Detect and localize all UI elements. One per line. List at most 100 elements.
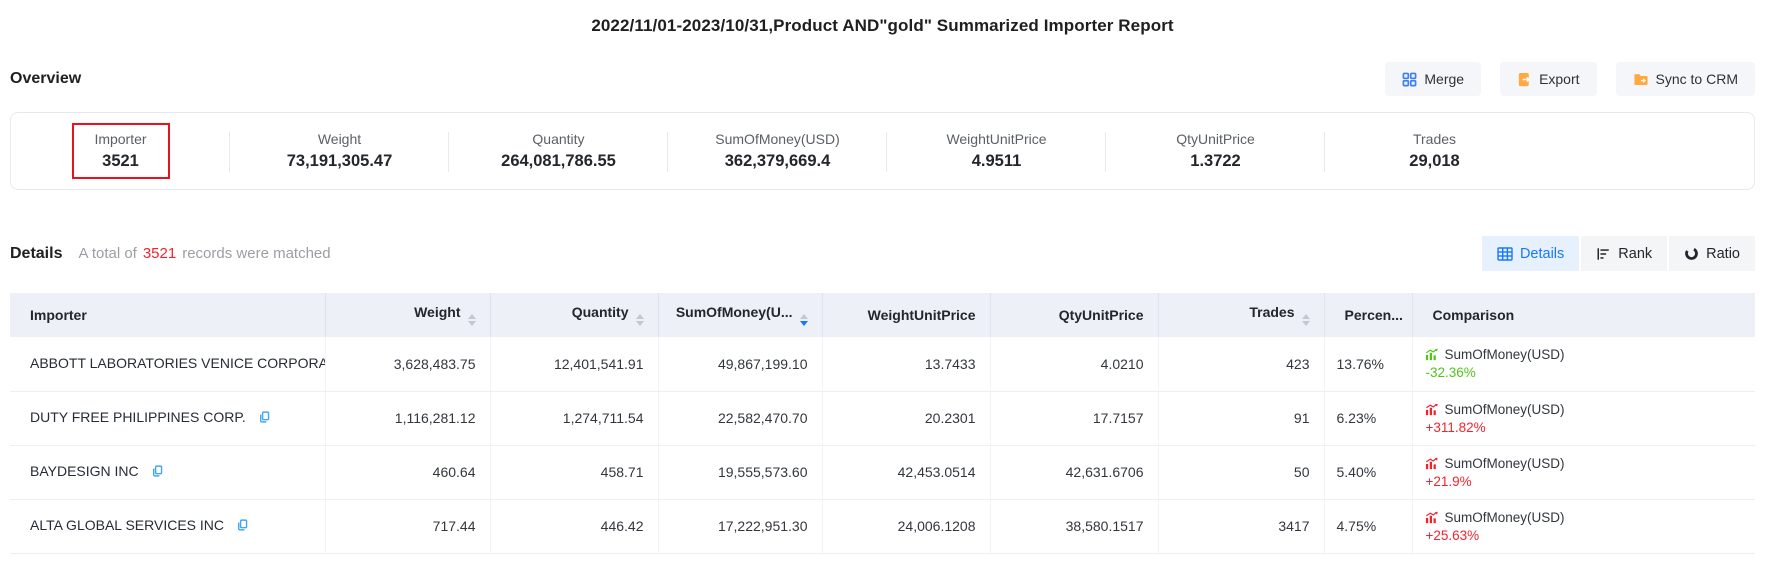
table-header-row: ImporterWeightQuantitySumOfMoney(U...Wei…	[10, 293, 1755, 337]
overview-stat-weight: Weight 73,191,305.47	[230, 113, 449, 189]
summary-suffix: records were matched	[182, 245, 330, 262]
column-header-importer: Importer	[10, 293, 325, 337]
stat-label: WeightUnitPrice	[946, 131, 1046, 147]
column-header-trades[interactable]: Trades	[1158, 293, 1324, 337]
comparison-metric-line: SumOfMoney(USD)	[1425, 456, 1742, 471]
column-header-sumofmoney-u-[interactable]: SumOfMoney(U...	[658, 293, 822, 337]
percent-cell: 5.40%	[1324, 445, 1412, 499]
overview-header-row: Overview Merge Export	[10, 62, 1755, 96]
comparison-metric-label: SumOfMoney(USD)	[1445, 456, 1565, 471]
trades-cell: 91	[1158, 391, 1324, 445]
column-header-quantity[interactable]: Quantity	[490, 293, 658, 337]
overview-stat-weightunitprice: WeightUnitPrice 4.9511	[887, 113, 1106, 189]
comparison-change-value: +311.82%	[1426, 420, 1742, 435]
importer-cell: BAYDESIGN INC	[10, 445, 325, 499]
sort-carets-icon[interactable]	[636, 314, 644, 326]
sort-carets-icon[interactable]	[800, 314, 808, 326]
quantity-cell: 458.71	[490, 445, 658, 499]
stat-label: Weight	[318, 131, 361, 147]
sum-of-money-cell: 49,867,199.10	[658, 337, 822, 391]
weight-unit-price-cell: 13.7433	[822, 337, 990, 391]
weight-cell: 1,116,281.12	[325, 391, 490, 445]
importer-cell: DUTY FREE PHILIPPINES CORP.	[10, 391, 325, 445]
importer-table: ImporterWeightQuantitySumOfMoney(U...Wei…	[10, 293, 1755, 554]
weight-unit-price-cell: 20.2301	[822, 391, 990, 445]
trend-chart-icon	[1425, 457, 1439, 470]
trend-chart-icon	[1425, 511, 1439, 524]
sum-of-money-cell: 22,582,470.70	[658, 391, 822, 445]
table-row[interactable]: DUTY FREE PHILIPPINES CORP. 1,116,281.12…	[10, 391, 1755, 445]
table-row[interactable]: BAYDESIGN INC 460.64 458.71 19,555,573.6…	[10, 445, 1755, 499]
comparison-metric-label: SumOfMoney(USD)	[1445, 510, 1565, 525]
comparison-change-value: +21.9%	[1426, 474, 1742, 489]
weight-unit-price-cell: 24,006.1208	[822, 499, 990, 553]
table-row[interactable]: ABBOTT LABORATORIES VENICE CORPORAT... 3…	[10, 337, 1755, 391]
quantity-cell: 446.42	[490, 499, 658, 553]
overview-heading: Overview	[10, 70, 81, 88]
stat-label: QtyUnitPrice	[1176, 131, 1255, 147]
ratio-donut-icon	[1684, 246, 1699, 261]
details-header-row: Details A total of 3521 records were match…	[10, 236, 1755, 271]
column-header-comparison: Comparison	[1412, 293, 1755, 337]
tab-details[interactable]: Details	[1482, 236, 1579, 271]
copy-icon[interactable]	[258, 410, 271, 427]
stat-value: 362,379,669.4	[725, 152, 831, 171]
stat-label: Trades	[1413, 131, 1456, 147]
sort-carets-icon[interactable]	[468, 314, 476, 326]
table-grid-icon	[1497, 247, 1513, 261]
sync-to-crm-button[interactable]: Sync to CRM	[1616, 62, 1755, 96]
overview-stat-trades: Trades 29,018	[1325, 113, 1544, 189]
copy-icon[interactable]	[236, 518, 249, 535]
rank-bars-icon	[1596, 247, 1611, 261]
quantity-cell: 1,274,711.54	[490, 391, 658, 445]
comparison-change-value: -32.36%	[1426, 365, 1742, 380]
tab-ratio-label: Ratio	[1706, 246, 1740, 262]
stat-value: 73,191,305.47	[287, 152, 393, 171]
comparison-metric-label: SumOfMoney(USD)	[1445, 347, 1565, 362]
weight-cell: 460.64	[325, 445, 490, 499]
stat-value: 264,081,786.55	[501, 152, 616, 171]
tab-ratio[interactable]: Ratio	[1669, 236, 1755, 271]
comparison-metric-label: SumOfMoney(USD)	[1445, 402, 1565, 417]
overview-stat-qtyunitprice: QtyUnitPrice 1.3722	[1106, 113, 1325, 189]
summary-prefix: A total of	[78, 245, 136, 262]
comparison-metric-line: SumOfMoney(USD)	[1425, 347, 1742, 362]
stat-label: Quantity	[532, 131, 584, 147]
trades-cell: 50	[1158, 445, 1324, 499]
trend-chart-icon	[1425, 403, 1439, 416]
qty-unit-price-cell: 4.0210	[990, 337, 1158, 391]
tab-rank[interactable]: Rank	[1581, 236, 1667, 271]
column-header-weight[interactable]: Weight	[325, 293, 490, 337]
importer-cell: ABBOTT LABORATORIES VENICE CORPORAT...	[10, 337, 325, 391]
details-heading: Details	[10, 245, 62, 263]
sync-to-crm-button-label: Sync to CRM	[1656, 71, 1738, 87]
percent-cell: 4.75%	[1324, 499, 1412, 553]
sum-of-money-cell: 17,222,951.30	[658, 499, 822, 553]
export-button-label: Export	[1539, 71, 1579, 87]
table-row[interactable]: ALTA GLOBAL SERVICES INC 717.44 446.42 1…	[10, 499, 1755, 553]
stat-value: 1.3722	[1190, 152, 1240, 171]
comparison-cell: SumOfMoney(USD) +21.9%	[1412, 445, 1755, 499]
stat-value: 29,018	[1409, 152, 1459, 171]
percent-cell: 13.76%	[1324, 337, 1412, 391]
overview-stat-importer: Importer 3521	[11, 113, 230, 189]
importer-name: ALTA GLOBAL SERVICES INC	[30, 517, 224, 533]
sort-carets-icon[interactable]	[1302, 314, 1310, 326]
comparison-cell: SumOfMoney(USD) +311.82%	[1412, 391, 1755, 445]
report-page: 2022/11/01-2023/10/31,Product AND"gold" …	[0, 0, 1765, 554]
merge-icon	[1402, 72, 1417, 87]
overview-stats: Importer 3521 Weight 73,191,305.47 Quant…	[10, 112, 1755, 190]
table-body: ABBOTT LABORATORIES VENICE CORPORAT... 3…	[10, 337, 1755, 553]
comparison-change-value: +25.63%	[1426, 528, 1742, 543]
stat-label: Importer	[94, 131, 146, 147]
stat-label: SumOfMoney(USD)	[715, 131, 839, 147]
copy-icon[interactable]	[151, 464, 164, 481]
tab-rank-label: Rank	[1618, 246, 1652, 262]
tab-details-label: Details	[1520, 246, 1564, 262]
importer-cell: ALTA GLOBAL SERVICES INC	[10, 499, 325, 553]
matched-count: 3521	[143, 245, 176, 262]
folder-sync-icon	[1633, 72, 1649, 87]
merge-button[interactable]: Merge	[1385, 62, 1481, 96]
export-button[interactable]: Export	[1500, 62, 1596, 96]
column-header-qtyunitprice: QtyUnitPrice	[990, 293, 1158, 337]
